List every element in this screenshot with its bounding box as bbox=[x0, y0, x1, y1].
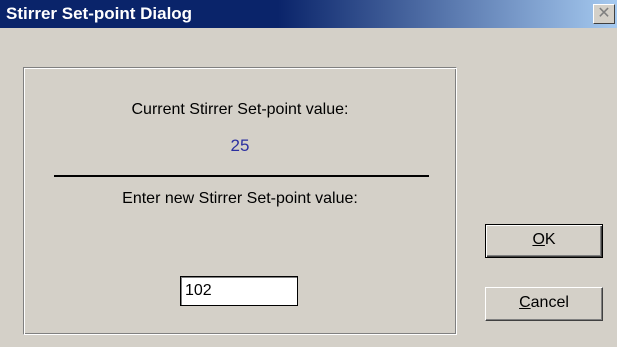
setpoint-panel: Current Stirrer Set-point value: 25 Ente… bbox=[23, 67, 457, 335]
close-button[interactable]: ✕ bbox=[593, 4, 615, 24]
title-bar[interactable]: Stirrer Set-point Dialog ✕ bbox=[0, 0, 617, 28]
new-setpoint-input[interactable] bbox=[180, 276, 298, 306]
new-setpoint-label: Enter new Stirrer Set-point value: bbox=[122, 190, 358, 207]
cancel-button[interactable]: Cancel bbox=[485, 287, 603, 321]
ok-label-rest: K bbox=[544, 231, 556, 248]
current-setpoint-label: Current Stirrer Set-point value: bbox=[131, 101, 349, 118]
cancel-label-rest: ancel bbox=[530, 294, 569, 311]
ok-mnemonic: O bbox=[532, 231, 545, 248]
current-setpoint-value: 25 bbox=[230, 136, 250, 155]
ok-button[interactable]: OK bbox=[485, 224, 603, 258]
cancel-mnemonic: C bbox=[519, 294, 531, 311]
dialog-title: Stirrer Set-point Dialog bbox=[6, 4, 193, 23]
close-icon: ✕ bbox=[597, 3, 611, 22]
divider bbox=[54, 175, 429, 177]
stirrer-setpoint-dialog: Stirrer Set-point Dialog ✕ Current Stirr… bbox=[0, 0, 617, 347]
